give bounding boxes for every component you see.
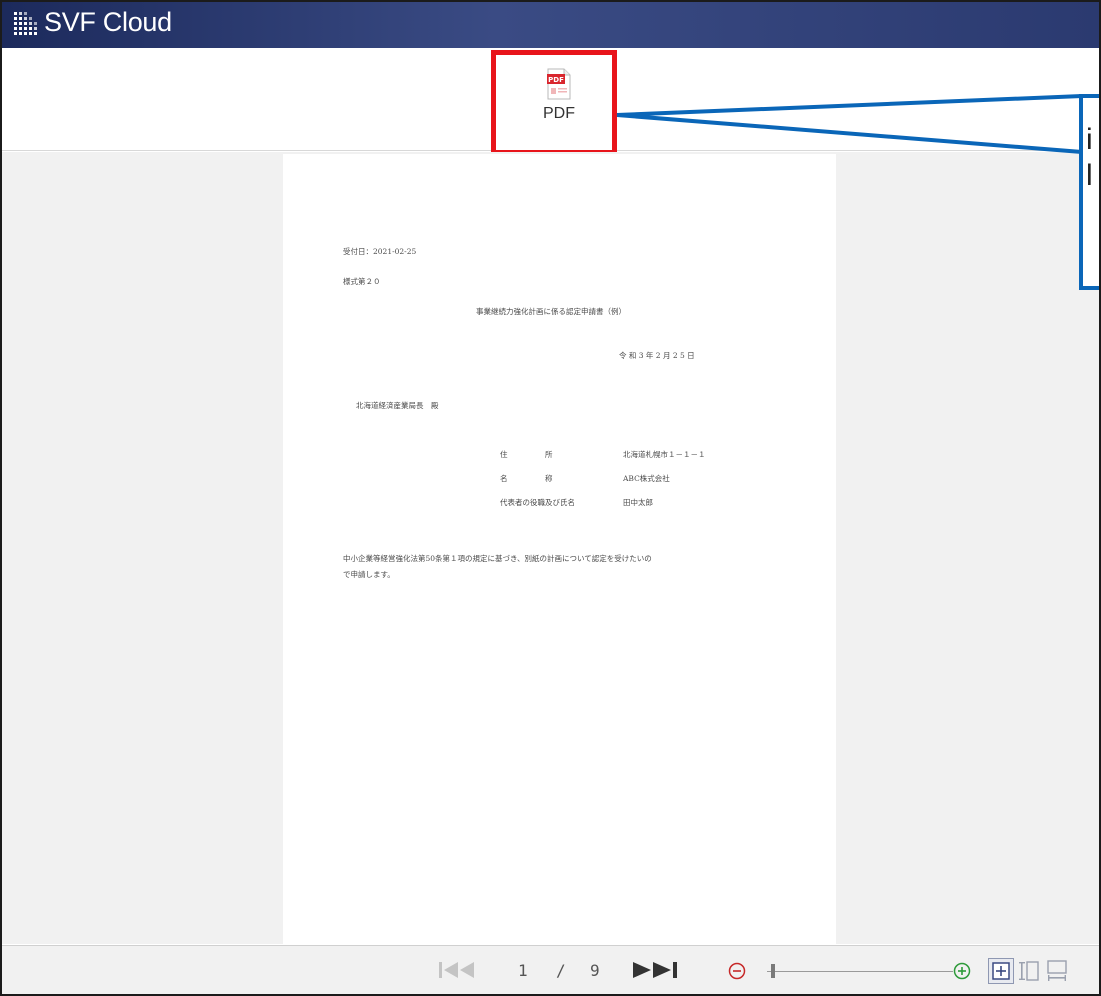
total-pages: 9	[590, 961, 600, 980]
pdf-document-icon: PDF	[547, 68, 571, 100]
representative-value: 田中太郎	[623, 498, 653, 507]
document-title: 事業継続力強化計画に係る認定申請書（例）	[476, 307, 626, 316]
addressee: 北海道経済産業局長 殿	[356, 401, 439, 410]
zoom-out-icon[interactable]	[728, 962, 746, 980]
application-date: 令 和 3 年 2 月 2 5 日	[619, 351, 695, 360]
body-line-2: で申請します。	[343, 570, 395, 579]
page-separator: /	[556, 961, 566, 980]
zoom-slider-thumb[interactable]	[771, 964, 775, 978]
fit-width-icon[interactable]	[1044, 958, 1070, 984]
toolbar: PDF PDF	[2, 48, 1099, 151]
first-page-icon[interactable]	[438, 961, 478, 979]
body-line-1: 中小企業等経営強化法第50条第１項の規定に基づき、別紙の計画について認定を受けた…	[343, 554, 652, 563]
representative-label: 代表者の役職及び氏名	[500, 498, 575, 507]
app-title: SVF Cloud	[44, 7, 172, 37]
pdf-export-button[interactable]: PDF PDF	[524, 68, 594, 134]
last-page-icon[interactable]	[632, 961, 686, 979]
name-label: 名 称	[500, 474, 553, 483]
zoom-slider-track[interactable]	[767, 971, 953, 972]
address-value: 北海道札幌市１－１－１	[623, 450, 706, 459]
pdf-label: PDF	[543, 105, 575, 122]
fit-height-icon[interactable]	[1016, 958, 1042, 984]
svf-cloud-window: SVF Cloud PDF PDF 受付日：2021-02-25 様式第２０ 事…	[0, 0, 1101, 996]
name-value: ABC株式会社	[623, 474, 670, 483]
receipt-date: 受付日：2021-02-25	[343, 247, 417, 256]
svf-grid-logo-icon	[14, 12, 37, 35]
zoom-in-icon[interactable]	[953, 962, 971, 980]
callout-line-3: l	[1086, 159, 1093, 192]
viewer-footer: 1 / 9	[2, 945, 1099, 994]
callout-text: i l	[1086, 122, 1093, 194]
title-bar: SVF Cloud	[2, 2, 1099, 48]
svg-text:PDF: PDF	[548, 76, 564, 84]
current-page[interactable]: 1	[518, 961, 528, 980]
document-page: 受付日：2021-02-25 様式第２０ 事業継続力強化計画に係る認定申請書（例…	[283, 154, 836, 944]
document-viewer[interactable]: 受付日：2021-02-25 様式第２０ 事業継続力強化計画に係る認定申請書（例…	[2, 152, 1099, 944]
fit-page-icon[interactable]	[988, 958, 1014, 984]
callout-line-2: i	[1086, 123, 1093, 156]
address-label: 住 所	[500, 450, 553, 459]
form-number: 様式第２０	[343, 277, 381, 286]
